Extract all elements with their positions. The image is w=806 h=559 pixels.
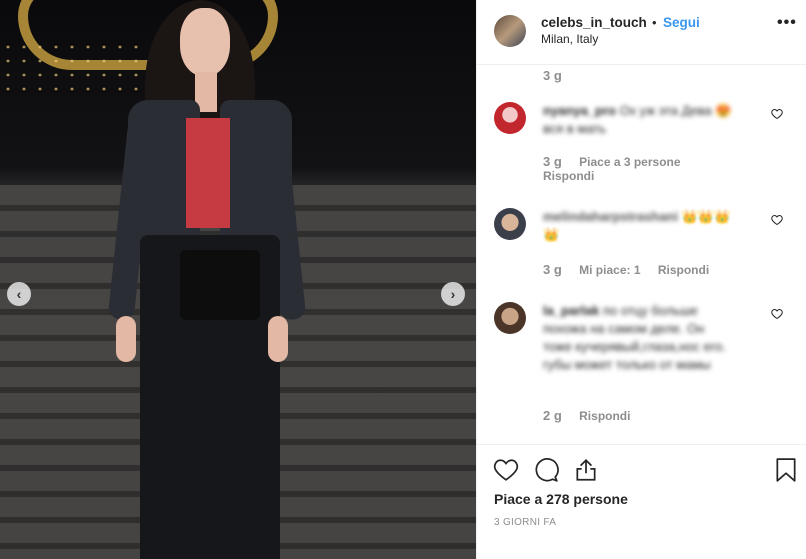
next-photo-button[interactable]: › bbox=[441, 282, 465, 306]
comment-meta: 3 g Piace a 3 persone Rispondi bbox=[543, 154, 681, 183]
comment-text: nyanya_pro Ох уж эта Дева 😍 вся в мать bbox=[543, 103, 732, 136]
comment-bubble-icon[interactable] bbox=[533, 457, 559, 483]
comment-time: 3 g bbox=[543, 68, 562, 83]
comments-list[interactable]: 3 g nyanya_pro Ох уж эта Дева 😍 вся в ма… bbox=[477, 66, 806, 444]
post-side-panel: celebs_in_touch • Segui Milan, Italy •••… bbox=[476, 0, 806, 559]
comment-time: 3 g bbox=[543, 262, 562, 277]
reply-button[interactable]: Rispondi bbox=[579, 409, 630, 423]
comment-meta: 2 g Rispondi bbox=[543, 408, 630, 423]
heart-icon[interactable] bbox=[771, 214, 783, 229]
share-icon[interactable] bbox=[573, 457, 599, 483]
likes-count[interactable]: Piace a 278 persone bbox=[494, 491, 628, 507]
comment-time: 2 g bbox=[543, 408, 562, 423]
comment-meta: 3 g Mi piace: 1 Rispondi bbox=[543, 262, 709, 277]
heart-icon[interactable] bbox=[771, 308, 783, 323]
post-photo: ‹ › bbox=[0, 0, 476, 559]
author-username[interactable]: celebs_in_touch bbox=[541, 15, 647, 30]
model-figure bbox=[107, 0, 310, 559]
commenter-avatar[interactable] bbox=[494, 208, 526, 240]
commenter-avatar[interactable] bbox=[494, 302, 526, 334]
separator-dot: • bbox=[652, 15, 657, 30]
post-location[interactable]: Milan, Italy bbox=[541, 32, 598, 46]
handbag bbox=[180, 250, 260, 320]
author-avatar[interactable] bbox=[494, 15, 526, 47]
like-heart-icon[interactable] bbox=[493, 457, 519, 483]
post-date[interactable]: 3 GIORNI FA bbox=[494, 517, 556, 528]
comment-likes-link[interactable]: Mi piace: 1 bbox=[579, 263, 640, 277]
comment-time: 3 g bbox=[543, 154, 562, 169]
more-options-icon[interactable]: ••• bbox=[777, 14, 797, 32]
heart-icon[interactable] bbox=[771, 108, 783, 123]
post-header: celebs_in_touch • Segui Milan, Italy ••• bbox=[477, 0, 806, 65]
post-actions: Piace a 278 persone 3 GIORNI FA bbox=[477, 444, 806, 559]
bookmark-icon[interactable] bbox=[775, 457, 801, 483]
comment-likes-link[interactable]: Piace a 3 persone bbox=[579, 155, 680, 169]
previous-photo-button[interactable]: ‹ bbox=[7, 282, 31, 306]
comment-text: melindaharpstrashani 👑👑👑 👑 bbox=[543, 209, 731, 242]
comment-text: la_parlak по отцу больше похожа на самом… bbox=[543, 303, 726, 372]
follow-button[interactable]: Segui bbox=[663, 15, 700, 30]
commenter-avatar[interactable] bbox=[494, 102, 526, 134]
reply-button[interactable]: Rispondi bbox=[543, 169, 681, 183]
reply-button[interactable]: Rispondi bbox=[658, 263, 709, 277]
